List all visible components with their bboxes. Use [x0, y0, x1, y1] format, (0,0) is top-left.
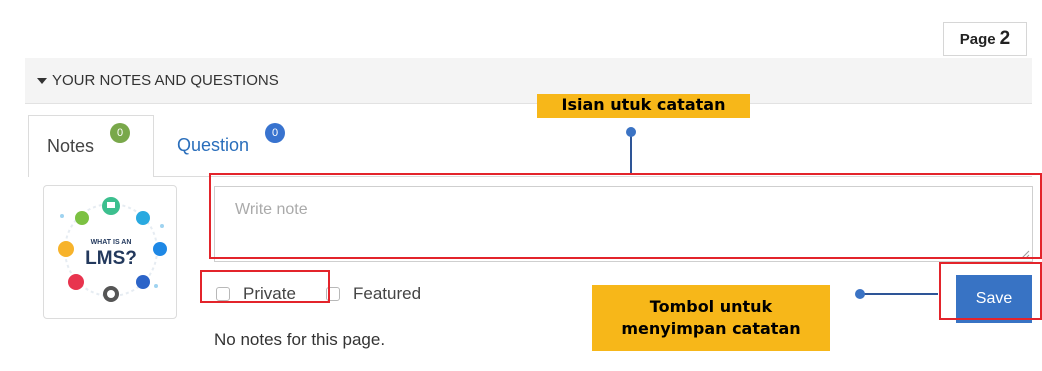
lms-illustration: WHAT IS AN LMS?: [58, 197, 167, 302]
tab-notes-label: Notes: [47, 136, 95, 156]
page-number: 2: [999, 28, 1011, 49]
save-callout-line2: menyimpan catatan: [621, 319, 801, 338]
highlight-private-option: [200, 270, 330, 303]
page-indicator: Page 2: [943, 22, 1027, 56]
question-count-badge: 0: [265, 123, 285, 143]
section-title: YOUR NOTES AND QUESTIONS: [52, 72, 279, 89]
save-callout: Tombol untuk menyimpan catatan: [592, 285, 830, 351]
highlight-save-button: [939, 262, 1042, 320]
svg-text:WHAT IS AN: WHAT IS AN: [91, 239, 132, 246]
tab-notes[interactable]: Notes: [28, 115, 154, 177]
highlight-note-input: [209, 173, 1042, 259]
featured-option[interactable]: Featured: [326, 284, 421, 304]
caret-down-icon: [37, 77, 47, 84]
page-label: Page: [959, 30, 996, 48]
empty-notes-message: No notes for this page.: [214, 330, 386, 349]
notes-count-badge: 0: [110, 123, 130, 143]
tab-question-label: Question: [177, 135, 250, 155]
page-thumbnail: WHAT IS AN LMS?: [43, 185, 177, 319]
featured-label: Featured: [353, 284, 422, 303]
save-callout-line1: Tombol untuk: [649, 297, 773, 316]
svg-text:LMS?: LMS?: [85, 248, 137, 269]
notes-section-header[interactable]: YOUR NOTES AND QUESTIONS: [25, 58, 1032, 104]
input-callout: Isian utuk catatan: [537, 94, 750, 118]
